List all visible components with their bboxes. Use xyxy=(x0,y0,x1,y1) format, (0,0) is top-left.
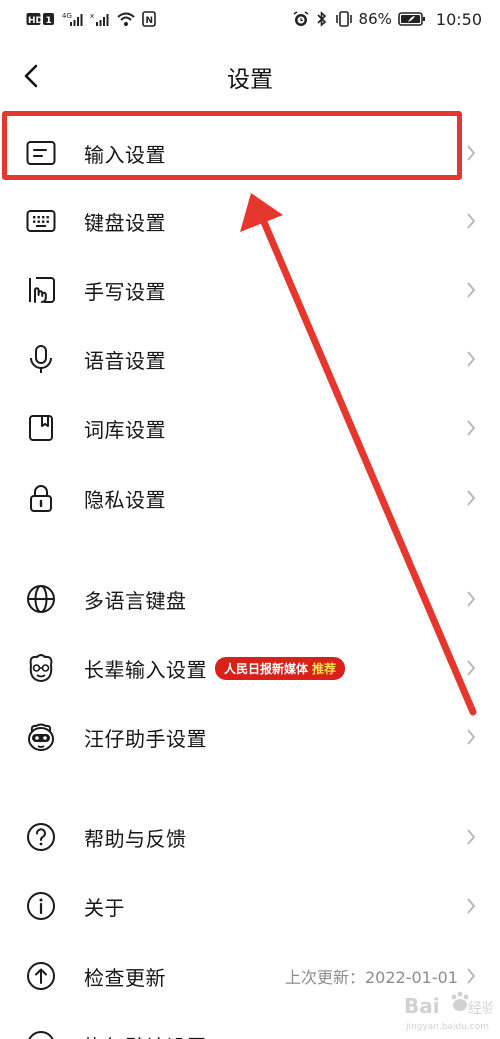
chevron-right-icon xyxy=(464,827,478,847)
settings-item-label: 关于 xyxy=(84,895,125,920)
last-update-text: 上次更新：2022-01-01 xyxy=(285,968,458,987)
settings-item-reset[interactable]: 恢复默认设置 xyxy=(0,1012,500,1039)
settings-item-handwriting[interactable]: 手写设置 xyxy=(0,257,500,323)
settings-item-input[interactable]: 输入设置 xyxy=(0,120,500,186)
battery-percent: 86% xyxy=(358,10,392,28)
settings-item-label: 词库设置 xyxy=(84,417,166,442)
settings-item-label: 键盘设置 xyxy=(84,210,166,235)
chevron-right-icon xyxy=(464,211,478,231)
status-bar: HD 1 4G x N 86% 10:50 xyxy=(0,0,500,38)
badge-text: 人民日报新媒体 xyxy=(224,661,309,676)
signal-icon: x xyxy=(90,11,110,27)
svg-text:N: N xyxy=(146,16,154,26)
bluetooth-icon xyxy=(315,11,329,27)
dictionary-icon xyxy=(26,413,56,443)
update-circle-icon xyxy=(26,961,56,991)
settings-item-label: 输入设置 xyxy=(84,142,166,167)
settings-item-label: 手写设置 xyxy=(84,279,166,304)
settings-item-assistant[interactable]: 汪仔助手设置 xyxy=(0,704,500,770)
battery-icon xyxy=(398,11,426,27)
chevron-right-icon xyxy=(464,488,478,508)
lock-icon xyxy=(26,483,56,513)
settings-item-keyboard[interactable]: 键盘设置 xyxy=(0,188,500,254)
svg-text:x: x xyxy=(90,12,94,20)
badge-tag: 推荐 xyxy=(312,661,337,676)
help-circle-icon xyxy=(26,822,56,852)
nfc-icon: N xyxy=(142,11,156,27)
settings-item-label: 恢复默认设置 xyxy=(84,1031,207,1039)
chevron-right-icon xyxy=(464,896,478,916)
svg-text:HD: HD xyxy=(28,16,43,26)
settings-item-dictionary[interactable]: 词库设置 xyxy=(0,395,500,461)
keyboard-icon xyxy=(26,206,56,236)
page-title: 设置 xyxy=(227,67,273,93)
recommend-badge: 人民日报新媒体 推荐 xyxy=(215,656,346,680)
chevron-right-icon xyxy=(464,658,478,678)
clock-time: 10:50 xyxy=(435,9,482,29)
chevron-right-icon xyxy=(464,143,478,163)
chevron-right-icon xyxy=(464,418,478,438)
settings-item-privacy[interactable]: 隐私设置 xyxy=(0,465,500,531)
wifi-icon xyxy=(116,11,136,27)
svg-text:1: 1 xyxy=(46,16,52,26)
elder-face-icon xyxy=(26,653,56,683)
status-right: 86% 10:50 xyxy=(293,10,482,29)
settings-item-label: 检查更新 xyxy=(84,965,166,990)
settings-item-multilanguage[interactable]: 多语言键盘 xyxy=(0,566,500,632)
input-box-icon xyxy=(26,138,56,168)
handwriting-icon xyxy=(26,275,56,305)
chevron-right-icon xyxy=(464,589,478,609)
settings-item-voice[interactable]: 语音设置 xyxy=(0,326,500,392)
settings-item-label: 长辈输入设置 人民日报新媒体 推荐 xyxy=(84,654,346,683)
settings-item-label: 隐私设置 xyxy=(84,487,166,512)
chevron-right-icon xyxy=(464,727,478,747)
globe-icon xyxy=(26,584,56,614)
settings-item-about[interactable]: 关于 xyxy=(0,873,500,939)
vibrate-icon xyxy=(335,11,353,27)
info-circle-icon xyxy=(26,891,56,921)
svg-text:4G: 4G xyxy=(62,12,72,20)
settings-item-label: 语音设置 xyxy=(84,348,166,373)
settings-item-help[interactable]: 帮助与反馈 xyxy=(0,804,500,870)
settings-item-label: 帮助与反馈 xyxy=(84,826,187,851)
microphone-icon xyxy=(26,344,56,374)
mascot-face-icon xyxy=(26,722,56,752)
settings-item-label: 汪仔助手设置 xyxy=(84,726,207,751)
chevron-right-icon xyxy=(464,349,478,369)
chevron-right-icon xyxy=(464,966,478,986)
status-left: HD 1 4G x N xyxy=(26,11,156,27)
header-bar: 设置 xyxy=(0,40,500,112)
settings-item-text: 长辈输入设置 xyxy=(84,657,207,682)
settings-screen: HD 1 4G x N 86% 10:50 设置 输入设置 键盘设置 手写设置 … xyxy=(0,0,500,1039)
settings-item-check-update[interactable]: 检查更新 上次更新：2022-01-01 xyxy=(0,943,500,1009)
hd-icon: HD 1 xyxy=(26,12,56,26)
reset-circle-icon xyxy=(26,1030,56,1039)
settings-item-elder-input[interactable]: 长辈输入设置 人民日报新媒体 推荐 xyxy=(0,635,500,701)
alarm-icon xyxy=(293,11,309,27)
chevron-right-icon xyxy=(464,280,478,300)
settings-item-label: 多语言键盘 xyxy=(84,588,187,613)
signal-4g-icon: 4G xyxy=(62,11,84,27)
